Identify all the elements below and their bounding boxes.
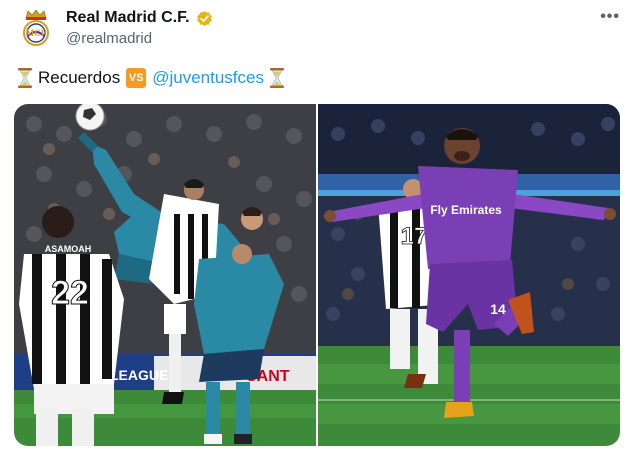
jersey-name-text: ASAMOAH: [45, 244, 92, 254]
celebration-photo-icon: 17 Fly Emirates 14: [318, 104, 620, 446]
real-madrid-crest-icon: MCF: [23, 9, 49, 46]
ad-board-text: LEAGUE: [110, 367, 168, 383]
verified-badge-icon: [196, 10, 212, 26]
tweet-text: Recuerdos VS @juventusfces: [18, 66, 284, 90]
tweet-card: MCF Real Madrid C.F. @realmadrid ••• Rec…: [0, 0, 640, 458]
display-name[interactable]: Real Madrid C.F.: [66, 9, 190, 27]
jersey-number-text: 22: [51, 274, 89, 312]
mention-link[interactable]: @juventusfces: [152, 68, 264, 88]
tweet-word: Recuerdos: [38, 68, 121, 87]
shirt-sponsor-text: Fly Emirates: [430, 203, 502, 217]
media-photo-left[interactable]: LEAGUE SANT 22 ASAMOAH: [14, 104, 316, 446]
media-grid: LEAGUE SANT 22 ASAMOAH 17 Fly Emirates 1…: [14, 104, 620, 446]
vs-badge-icon: VS: [126, 68, 147, 88]
hourglass-icon: [269, 68, 284, 88]
jersey-number-text: 17: [401, 223, 428, 250]
author-name-row: Real Madrid C.F.: [66, 8, 213, 28]
avatar[interactable]: MCF: [18, 8, 54, 48]
media-photo-right[interactable]: 17 Fly Emirates 14: [318, 104, 620, 446]
more-options-button[interactable]: •••: [600, 8, 620, 26]
hourglass-icon: [18, 68, 32, 88]
author-handle[interactable]: @realmadrid: [66, 30, 152, 47]
svg-text:MCF: MCF: [26, 28, 47, 38]
bicycle-kick-photo-icon: LEAGUE SANT 22 ASAMOAH: [14, 104, 316, 446]
